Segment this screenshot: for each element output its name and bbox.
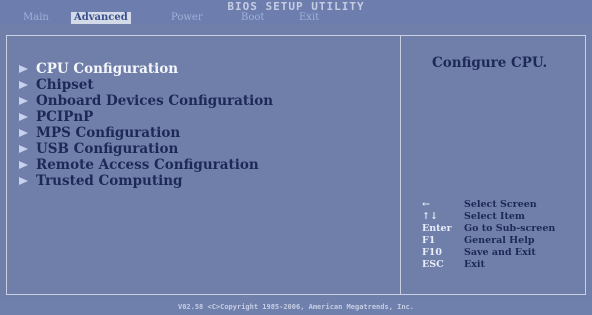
menu-item-onboard-devices[interactable]: Onboard Devices Configuration: [18, 93, 273, 109]
key-description: Save and Exit: [464, 247, 536, 258]
menu-item-label: PCIPnP: [36, 109, 94, 125]
submenu-arrow-icon: [19, 145, 28, 153]
submenu-arrow-icon: [19, 97, 28, 105]
menu-item-remote-access[interactable]: Remote Access Configuration: [18, 157, 273, 173]
menu-item-label: MPS Configuration: [36, 125, 181, 141]
header-bar: BIOS SETUP UTILITY Main Advanced Power B…: [0, 0, 592, 24]
menu-item-cpu-configuration[interactable]: CPU Configuration: [18, 61, 273, 77]
key-legend-row: F10 Save and Exit: [422, 247, 555, 259]
key-description: General Help: [464, 235, 535, 246]
help-text: Configure CPU.: [432, 55, 548, 71]
key-legend-row: ESC Exit: [422, 259, 555, 271]
tab-bar: Main Advanced Power Boot Exit: [0, 12, 592, 24]
esc-key: ESC: [422, 259, 444, 270]
submenu-arrow-icon: [19, 129, 28, 137]
f10-key: F10: [422, 247, 442, 258]
key-description: Go to Sub-screen: [464, 223, 556, 234]
tab-main[interactable]: Main: [20, 12, 52, 24]
menu-item-chipset[interactable]: Chipset: [18, 77, 273, 93]
key-legend: ← Select Screen ↑↓ Select Item Enter Go to …: [422, 199, 555, 271]
menu-item-usb-configuration[interactable]: USB Configuration: [18, 141, 273, 157]
submenu-arrow-icon: [19, 113, 28, 121]
key-legend-row: F1 General Help: [422, 235, 555, 247]
bios-screen: BIOS SETUP UTILITY Main Advanced Power B…: [0, 0, 592, 315]
enter-key: Enter: [422, 223, 452, 234]
submenu-arrow-icon: [19, 161, 28, 169]
menu-item-label: Remote Access Configuration: [36, 157, 259, 173]
tab-power[interactable]: Power: [168, 12, 206, 24]
submenu-arrow-icon: [19, 177, 28, 185]
menu-item-pcipnp[interactable]: PCIPnP: [18, 109, 273, 125]
key-description: Select Screen: [464, 199, 537, 210]
menu-item-label: Onboard Devices Configuration: [36, 93, 274, 109]
menu-item-label: CPU Configuration: [36, 61, 179, 77]
f1-key: F1: [422, 235, 436, 246]
advanced-menu: CPU Configuration Chipset Onboard Device…: [18, 61, 273, 189]
menu-item-label: Chipset: [36, 77, 94, 93]
key-legend-row: ← Select Screen: [422, 199, 555, 211]
submenu-arrow-icon: [19, 81, 28, 89]
key-legend-row: ↑↓ Select Item: [422, 211, 555, 223]
submenu-arrow-icon: [19, 65, 28, 73]
left-arrow-key: ←: [422, 199, 430, 210]
tab-boot[interactable]: Boot: [238, 12, 267, 24]
menu-item-trusted-computing[interactable]: Trusted Computing: [18, 173, 273, 189]
tab-exit[interactable]: Exit: [296, 12, 322, 24]
menu-item-label: USB Configuration: [36, 141, 179, 157]
key-description: Exit: [464, 259, 485, 270]
menu-item-mps-configuration[interactable]: MPS Configuration: [18, 125, 273, 141]
tab-advanced[interactable]: Advanced: [71, 12, 131, 24]
copyright-footer: V02.58 <C>Copyright 1985-2006, American …: [0, 300, 592, 315]
up-down-arrow-key: ↑↓: [422, 211, 438, 222]
key-legend-row: Enter Go to Sub-screen: [422, 223, 555, 235]
menu-item-label: Trusted Computing: [36, 173, 183, 189]
key-description: Select Item: [464, 211, 525, 222]
